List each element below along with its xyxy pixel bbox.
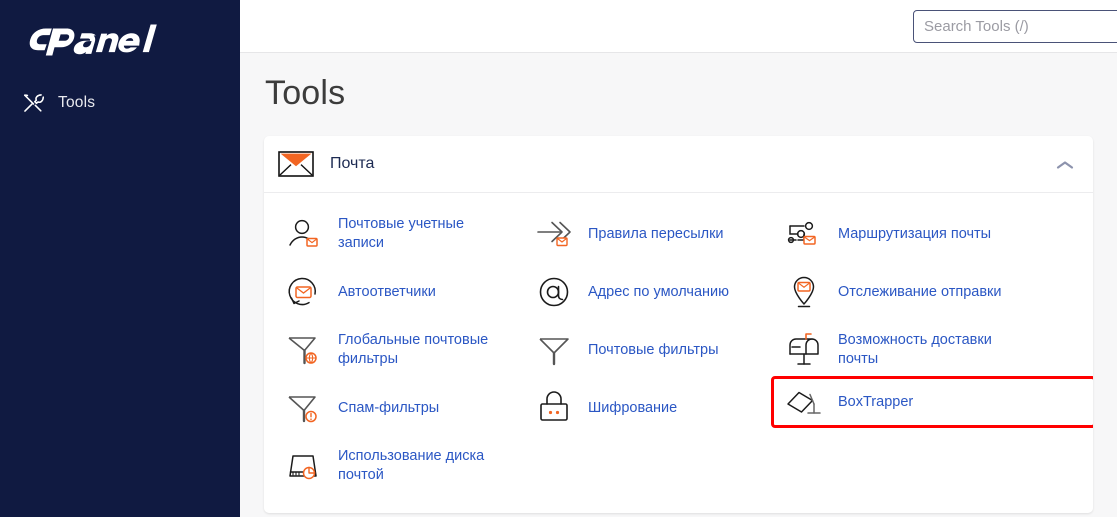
tool-label: Адрес по умолчанию [588,283,730,300]
sidebar-item-tools[interactable]: Tools [0,86,240,120]
tool-global-filters[interactable]: Глобальные почтовые фильтры [278,321,528,379]
tool-label: Отслеживание отправки [838,283,1002,300]
tool-email-routing[interactable]: Маршрутизация почты [778,205,1093,263]
tool-email-disk-usage[interactable]: Использование диска почтой [278,437,528,495]
content-area: Tools Почта Почтовые учетные записи Прав… [240,53,1117,517]
tool-track-delivery[interactable]: Отслеживание отправки [778,263,1093,321]
tool-label: BoxTrapper [838,393,914,410]
tool-label: Почтовые фильтры [588,341,719,358]
tool-label: Использование диска почтой [338,448,485,483]
mail-panel-header[interactable]: Почта [264,136,1093,193]
search-input[interactable] [913,10,1117,43]
envelope-icon [278,150,314,177]
page-title: Tools [265,74,346,112]
tool-deliverability[interactable]: Возможность доставки почты [778,321,1093,379]
tool-email-filters[interactable]: Почтовые фильтры [528,321,778,379]
tool-label: Глобальные почтовые фильтры [338,332,489,367]
boxtrapper-icon [784,382,824,422]
tools-grid: Почтовые учетные записи Правила пересылк… [264,205,1093,495]
search-container [913,10,1117,43]
spam-filters-icon [284,388,324,428]
tool-autoresponders[interactable]: Автоответчики [278,263,528,321]
tool-encryption[interactable]: Шифрование [528,379,778,437]
sidebar: Tools [0,0,240,517]
track-delivery-icon [784,272,824,312]
forwarders-icon [534,214,574,254]
tool-default-address[interactable]: Адрес по умолчанию [528,263,778,321]
tool-label: Автоответчики [338,283,436,300]
sidebar-item-label: Tools [58,94,96,111]
tool-forwarders[interactable]: Правила пересылки [528,205,778,263]
default-address-icon [534,272,574,312]
mail-accounts-icon [284,214,324,254]
cpanel-logo[interactable] [0,0,240,62]
tool-label: Почтовые учетные записи [338,216,465,251]
main-region: Tools Почта [240,0,1117,517]
tool-label: Возможность доставки почты [838,332,992,367]
chevron-up-icon[interactable] [1055,158,1075,170]
email-routing-icon [784,214,824,254]
global-filters-icon [284,330,324,370]
email-disk-usage-icon [284,446,324,486]
tool-boxtrapper[interactable]: BoxTrapper [771,375,1093,428]
tool-mail-accounts[interactable]: Почтовые учетные записи [278,205,528,263]
top-bar [240,0,1117,53]
mail-panel-body: Почтовые учетные записи Правила пересылк… [264,193,1093,513]
tool-label: Спам-фильтры [338,399,440,416]
deliverability-icon [784,330,824,370]
cpanel-app: Tools Tools Почта [0,0,1117,517]
tool-label: Маршрутизация почты [838,225,992,242]
mail-panel: Почта Почтовые учетные записи Правила пе… [264,135,1093,513]
tools-icon [22,92,45,114]
email-filters-icon [534,330,574,370]
autoresponders-icon [284,272,324,312]
encryption-icon [534,388,574,428]
tool-label: Правила пересылки [588,225,724,242]
tool-spam-filters[interactable]: Спам-фильтры [278,379,528,437]
mail-panel-title: Почта [330,154,375,172]
tool-label: Шифрование [588,399,678,416]
